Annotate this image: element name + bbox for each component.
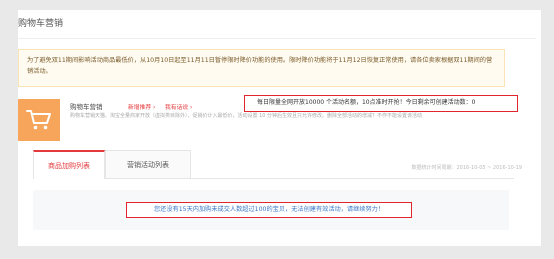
stats-date-range: 数据统计时间周期：2016-10-05 ~ 2016-10-19 (411, 165, 523, 171)
app-name: 购物车营销 (70, 103, 103, 111)
app-description: 购物车营销天猫、淘宝全量商家开放（虚拟类目除外），促销价计入最低价，活动设置 1… (70, 113, 423, 119)
shopping-cart-icon (18, 99, 60, 141)
notice-banner: 为了避免双11期间影响活动商品最低价，从10月10日起至11月11日暂停限时降价… (18, 49, 505, 87)
tab-product-cart-list[interactable]: 商品加购列表 (33, 150, 105, 179)
title-divider (18, 38, 536, 39)
empty-state-message: 您还没有15天内加购未成交人数超过100的宝贝，无法创建有效活动，请继续努力！ (126, 202, 412, 218)
tab-marketing-activity-list[interactable]: 营销活动列表 (105, 150, 191, 178)
feedback-link[interactable]: 我有话说 › (165, 102, 192, 111)
page-title: 购物车营销 (18, 19, 64, 29)
daily-quota-notice: 每日限量全网开放10000 个活动名额，10点准时开抢！今日剩余可创建活动数：0 (244, 95, 518, 112)
new-recommend-link[interactable]: 新增推荐 › (128, 102, 155, 111)
